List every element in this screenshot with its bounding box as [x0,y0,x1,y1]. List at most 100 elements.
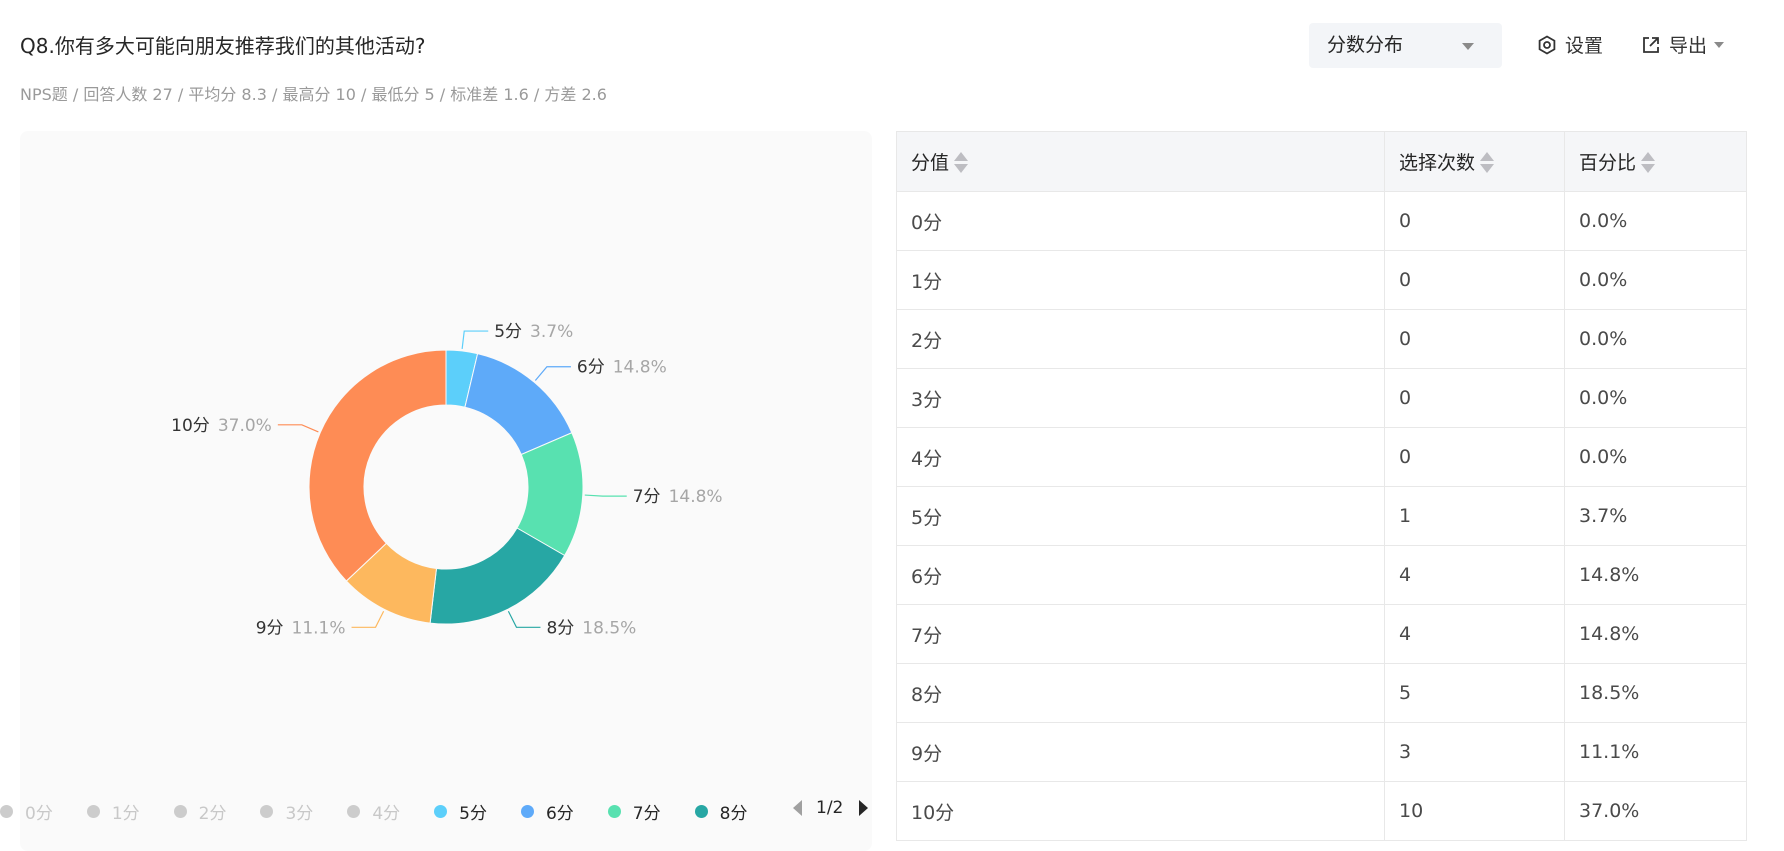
cell-percent: 18.5% [1564,663,1747,723]
export-button[interactable]: 导出 [1641,31,1725,58]
cell-percent: 0.0% [1564,427,1747,487]
cell-percent: 0.0% [1564,191,1747,251]
cell-count: 4 [1384,545,1565,605]
chevron-down-icon [1714,41,1725,48]
legend-item[interactable]: 5分 [434,799,487,824]
leader-line [461,330,489,350]
cell-count: 0 [1384,191,1565,251]
cell-percent: 0.0% [1564,309,1747,369]
cell-score: 4分 [896,427,1385,487]
slice-label: 5分 3.7% [494,322,573,342]
table-row: 0分 0 0.0% [896,191,1747,251]
slice-category: 9分 [256,618,284,638]
cell-score: 2分 [896,309,1385,369]
chevron-right-icon[interactable] [859,800,869,816]
cell-count: 5 [1384,663,1565,723]
legend-item[interactable]: 6分 [520,799,574,824]
cell-count: 0 [1384,368,1565,428]
table-header-row: 分值 选择次数 百分比 [896,131,1747,192]
leader-line [534,366,571,381]
settings-button[interactable]: 设置 [1537,31,1603,58]
legend-dot [520,804,534,818]
legend-label: 8分 [719,803,748,824]
table-row: 6分 4 14.8% [896,545,1747,605]
legend-pager: 1/2 [793,798,869,818]
question-stats: NPS题 / 回答人数 27 / 平均分 8.3 / 最高分 10 / 最低分 … [20,85,607,104]
table-row: 9分 3 11.1% [896,722,1747,782]
gear-icon [1538,34,1556,55]
legend-item[interactable]: 4分 [347,799,400,824]
table-row: 1分 0 0.0% [896,250,1747,310]
cell-score: 1分 [896,250,1385,310]
sort-icon[interactable] [954,151,969,175]
leader-line [277,424,319,433]
legend-label: 4分 [372,803,401,824]
cell-percent: 14.8% [1564,545,1747,605]
chart-type-select[interactable]: 分数分布 [1309,23,1502,68]
legend-page-indicator: 1/2 [816,798,844,818]
export-icon [1643,36,1659,53]
cell-percent: 11.1% [1564,722,1747,782]
slice-percent: 18.5% [582,618,636,638]
donut-chart: 5分 3.7%6分 14.8% 7分 14.8% 8分 18.5% 9分 11.1% 10分 37.… [171,322,723,638]
slice-category: 5分 [494,322,522,342]
column-header-count[interactable]: 选择次数 [1384,131,1565,192]
legend-item[interactable]: 7分 [607,799,661,824]
chart-legend: 0分 1分 2分 3分 4分 5分 6分 7分 8分 [0,796,781,826]
table-row: 5分 1 3.7% [896,486,1747,546]
legend-label: 6分 [545,803,574,824]
question-title: Q8.你有多大可能向朋友推荐我们的其他活动? [20,34,426,58]
cell-count: 0 [1384,309,1565,369]
legend-label: 0分 [25,803,53,824]
score-distribution-table: 分值 选择次数 百分比 0分 0 0.0% 1分 0 0.0% 2分 0 0.0% 3分 0 0.0%… [896,131,1747,841]
cell-percent: 37.0% [1564,781,1747,841]
leader-line [584,494,627,497]
cell-score: 10分 [896,781,1385,841]
cell-score: 7分 [896,604,1385,664]
cell-percent: 0.0% [1564,368,1747,428]
chevron-down-icon [1462,43,1474,50]
slice-percent: 14.8% [613,358,667,378]
table-row: 7分 4 14.8% [896,604,1747,664]
legend-label: 7分 [632,803,661,824]
leader-line [507,610,541,628]
export-label: 导出 [1669,35,1708,57]
table-row: 8分 5 18.5% [896,663,1747,723]
settings-label: 设置 [1565,35,1604,57]
donut-slice[interactable] [308,349,447,582]
legend-dot [0,804,13,818]
legend-item[interactable]: 2分 [173,799,227,824]
slice-percent: 14.8% [669,487,723,507]
slice-percent: 37.0% [218,416,272,436]
table-row: 10分 10 37.0% [896,781,1747,841]
cell-score: 6分 [896,545,1385,605]
slice-label: 8分 18.5% [546,618,636,638]
slice-label: 6分 14.8% [577,358,667,378]
table-row: 3分 0 0.0% [896,368,1747,428]
cell-count: 0 [1384,250,1565,310]
legend-item[interactable]: 3分 [260,799,313,824]
sort-icon[interactable] [1641,151,1656,175]
legend-item[interactable]: 1分 [86,799,140,824]
cell-score: 5分 [896,486,1385,546]
legend-label: 2分 [198,803,227,824]
chevron-left-icon[interactable] [793,800,802,816]
cell-count: 10 [1384,781,1565,841]
legend-item[interactable]: 8分 [694,799,748,824]
slice-category: 8分 [546,618,574,638]
slice-category: 10分 [171,416,210,436]
cell-score: 3分 [896,368,1385,428]
legend-label: 5分 [459,803,487,824]
legend-label: 3分 [285,803,314,824]
cell-percent: 14.8% [1564,604,1747,664]
column-header-score[interactable]: 分值 [896,131,1385,192]
sort-icon[interactable] [1480,151,1495,175]
slice-category: 6分 [577,358,605,378]
cell-count: 3 [1384,722,1565,782]
column-header-percent[interactable]: 百分比 [1564,131,1747,192]
cell-score: 0分 [896,191,1385,251]
legend-dot [347,804,361,818]
slice-label: 7分 14.8% [633,487,723,507]
legend-dot [86,804,100,818]
legend-item[interactable]: 0分 [0,799,53,824]
